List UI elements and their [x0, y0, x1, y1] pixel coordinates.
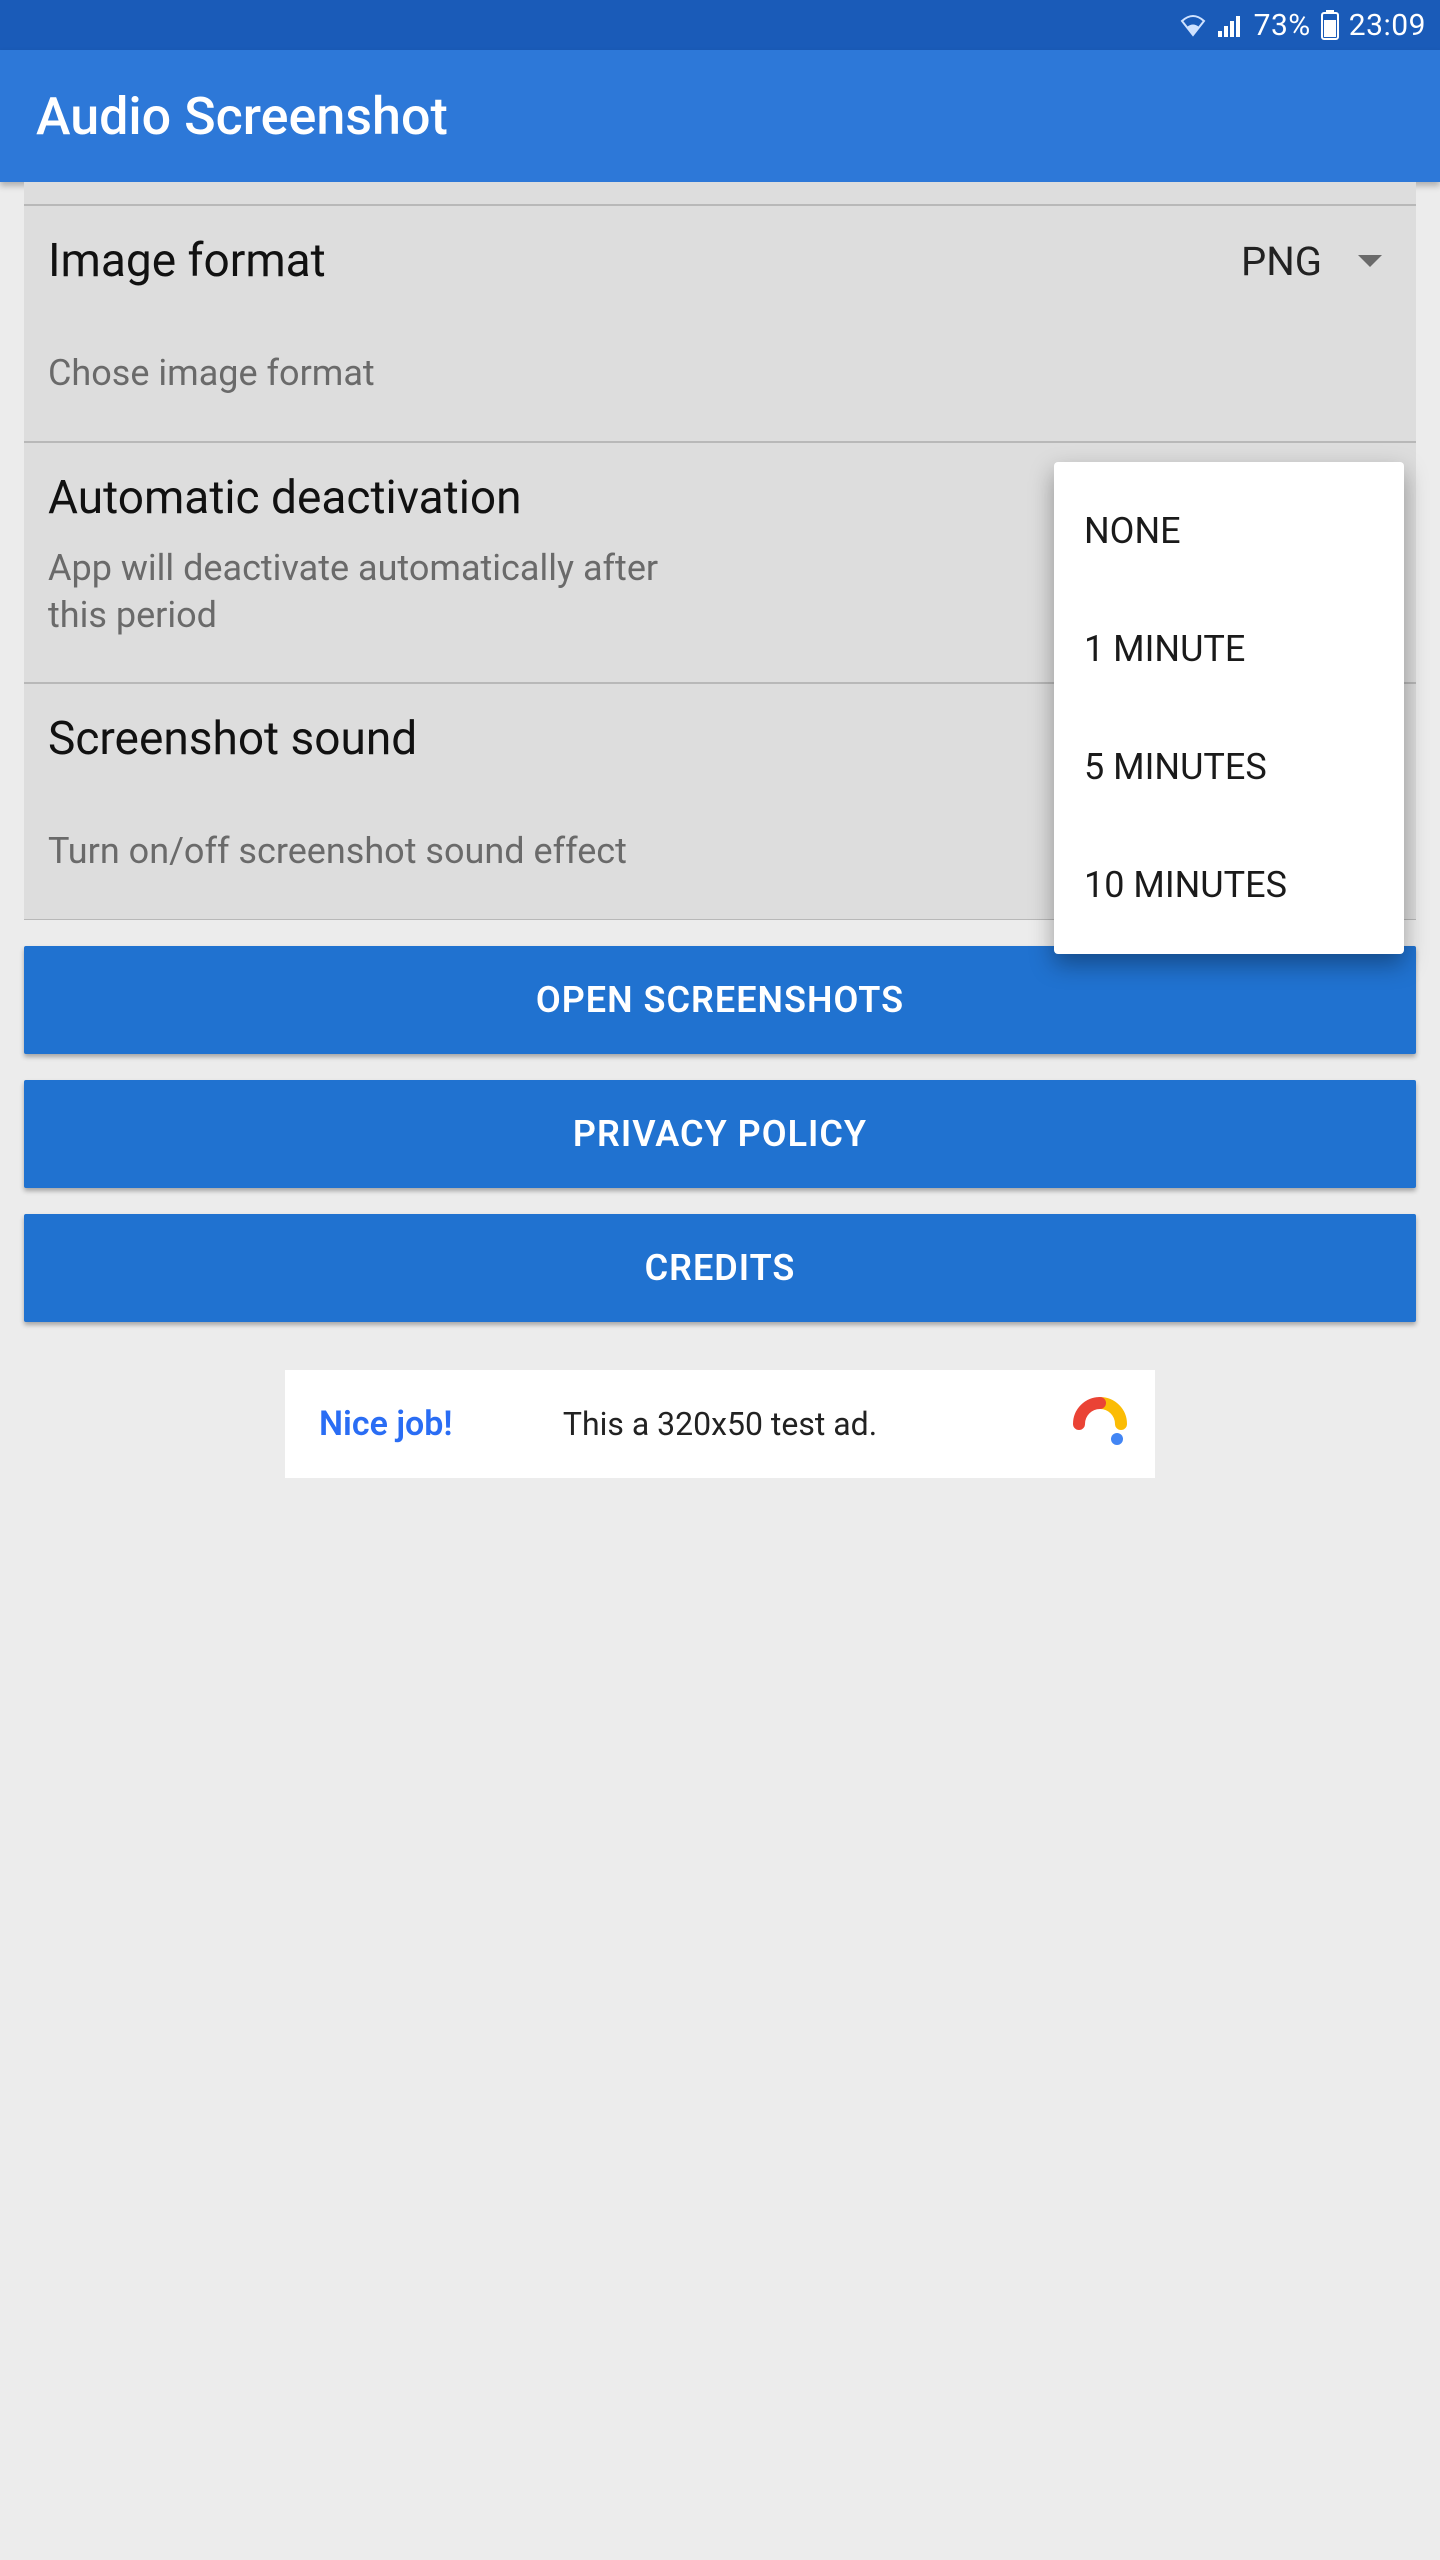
chevron-down-icon	[1358, 255, 1382, 267]
privacy-policy-button[interactable]: PRIVACY POLICY	[24, 1080, 1416, 1188]
dropdown-option-none[interactable]: NONE	[1054, 472, 1404, 590]
setting-title: Automatic deactivation	[48, 471, 522, 525]
open-screenshots-button[interactable]: OPEN SCREENSHOTS	[24, 946, 1416, 1054]
setting-image-format[interactable]: Image format PNG Chose image format	[24, 205, 1416, 442]
credits-button[interactable]: CREDITS	[24, 1214, 1416, 1322]
ad-banner[interactable]: Nice job! This a 320x50 test ad.	[285, 1370, 1155, 1478]
deactivation-dropdown-menu: NONE 1 MINUTE 5 MINUTES 10 MINUTES	[1054, 462, 1404, 954]
app-title: Audio Screenshot	[36, 86, 448, 147]
button-list: OPEN SCREENSHOTS PRIVACY POLICY CREDITS	[24, 946, 1416, 1322]
setting-description: Chose image format	[48, 350, 688, 397]
dropdown-option-5min[interactable]: 5 MINUTES	[1054, 708, 1404, 826]
dropdown-option-1min[interactable]: 1 MINUTE	[1054, 590, 1404, 708]
setting-value: PNG	[1241, 238, 1322, 285]
ad-left-text: Nice job!	[319, 1404, 453, 1444]
ad-center-text: This a 320x50 test ad.	[563, 1405, 877, 1443]
battery-percent: 73%	[1254, 8, 1311, 43]
image-format-dropdown[interactable]: PNG	[1241, 238, 1392, 285]
cell-signal-icon	[1218, 13, 1244, 37]
setting-description: App will deactivate automatically after …	[48, 545, 688, 639]
content-area: Image format PNG Chose image format Auto…	[0, 182, 1440, 1478]
battery-icon	[1321, 10, 1339, 40]
app-bar: Audio Screenshot	[0, 50, 1440, 182]
status-bar: 73% 23:09	[0, 0, 1440, 50]
wifi-icon	[1178, 13, 1208, 37]
dropdown-option-10min[interactable]: 10 MINUTES	[1054, 826, 1404, 944]
admob-icon	[1073, 1397, 1127, 1451]
setting-title: Screenshot sound	[48, 712, 417, 766]
clock: 23:09	[1349, 8, 1426, 43]
setting-title: Image format	[48, 234, 326, 288]
